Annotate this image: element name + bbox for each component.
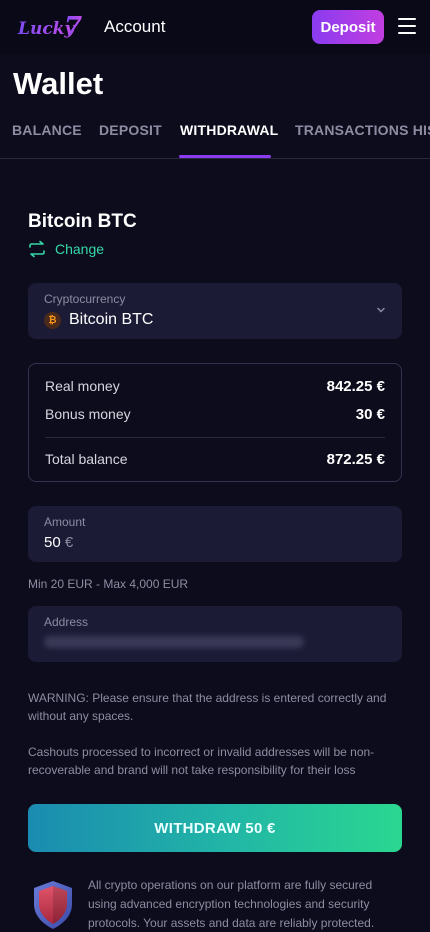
cryptocurrency-label: Cryptocurrency xyxy=(44,292,126,306)
balance-divider xyxy=(45,437,385,438)
total-balance-row: Total balance 872.25 € xyxy=(45,448,385,470)
tab-deposit[interactable]: DEPOSIT xyxy=(99,122,162,138)
bonus-money-row: Bonus money 30 € xyxy=(45,403,385,425)
header-title: Account xyxy=(104,17,166,36)
withdrawal-limits: Min 20 EUR - Max 4,000 EUR xyxy=(28,577,189,591)
amount-input[interactable]: Amount 50 € xyxy=(28,506,402,562)
page-title: Wallet xyxy=(13,66,104,101)
real-money-value: 842.25 € xyxy=(326,377,385,395)
amount-number: 50 xyxy=(44,534,61,551)
swap-arrows-icon xyxy=(29,240,45,258)
selected-coin-title: Bitcoin BTC xyxy=(28,211,137,232)
cryptocurrency-selected-text: Bitcoin BTC xyxy=(69,311,154,328)
lucky7-logo[interactable]: Lucky 7 xyxy=(16,10,82,42)
bonus-money-value: 30 € xyxy=(355,405,385,423)
security-text: All crypto operations on our platform ar… xyxy=(88,878,375,930)
hamburger-menu-icon[interactable] xyxy=(398,18,416,34)
bitcoin-icon: ₿ xyxy=(44,311,61,329)
amount-label: Amount xyxy=(44,515,86,529)
address-warning: WARNING: Please ensure that the address … xyxy=(28,691,387,723)
withdraw-button[interactable]: WITHDRAW 50 € xyxy=(28,804,402,852)
deposit-button[interactable]: Deposit xyxy=(312,10,384,44)
address-input[interactable]: Address xyxy=(28,606,402,662)
cryptocurrency-value: ₿ Bitcoin BTC xyxy=(44,311,153,329)
cashout-notice: Cashouts processed to incorrect or inval… xyxy=(28,745,375,777)
svg-text:7: 7 xyxy=(64,12,82,42)
shield-icon xyxy=(34,881,72,929)
address-value-blurred xyxy=(44,636,304,648)
address-label: Address xyxy=(44,615,89,629)
balance-summary: Real money 842.25 € Bonus money 30 € Tot… xyxy=(28,363,402,482)
wallet-tabs: BALANCE DEPOSIT WITHDRAWAL TRANSACTIONS … xyxy=(0,112,430,159)
active-tab-indicator xyxy=(179,155,271,158)
cryptocurrency-select[interactable]: Cryptocurrency ₿ Bitcoin BTC xyxy=(28,283,402,339)
amount-currency: € xyxy=(64,534,74,551)
real-money-label: Real money xyxy=(45,378,120,394)
bonus-money-label: Bonus money xyxy=(45,406,131,422)
total-balance-value: 872.25 € xyxy=(326,450,385,468)
amount-value: 50 € xyxy=(44,534,73,551)
chevron-down-icon xyxy=(377,307,385,313)
real-money-row: Real money 842.25 € xyxy=(45,375,385,397)
tab-transactions-history[interactable]: TRANSACTIONS HIS xyxy=(295,122,430,138)
change-label: Change xyxy=(55,241,105,257)
top-header: Lucky 7 Account Deposit xyxy=(0,0,430,54)
total-balance-label: Total balance xyxy=(45,451,128,467)
change-coin-link[interactable]: Change xyxy=(28,240,104,258)
security-notice: All crypto operations on our platform ar… xyxy=(28,876,402,932)
tab-withdrawal[interactable]: WITHDRAWAL xyxy=(180,122,278,138)
tab-balance[interactable]: BALANCE xyxy=(12,122,82,138)
